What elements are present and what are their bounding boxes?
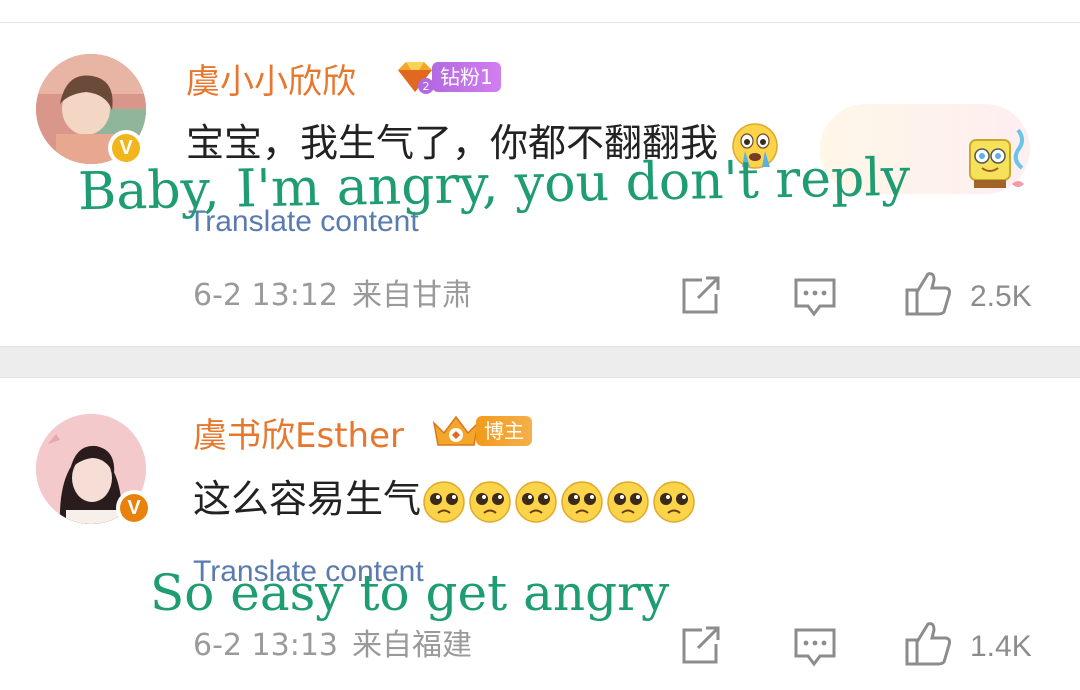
pleading-emoji-icon	[515, 480, 557, 523]
comment-text: 这么容易生气	[193, 476, 697, 525]
like-icon[interactable]	[904, 620, 954, 668]
like-count: 2.5K	[970, 280, 1032, 313]
share-icon[interactable]	[678, 274, 724, 318]
comment-meta: 6-2 13:12 来自甘肃	[193, 278, 472, 314]
fan-level-label: 钻粉1	[432, 62, 501, 92]
comment-meta: 6-2 13:13 来自福建	[193, 628, 472, 664]
section-divider	[0, 346, 1080, 378]
translation-overlay: So easy to get angry	[150, 564, 670, 622]
crown-icon	[432, 415, 480, 446]
blogger-badge: 博主	[430, 414, 532, 448]
comment-icon[interactable]	[792, 626, 838, 668]
timestamp: 6-2 13:12	[193, 278, 338, 313]
timestamp: 6-2 13:13	[193, 628, 338, 663]
pleading-emoji-icon	[423, 480, 465, 523]
verified-badge: V	[116, 490, 152, 526]
blogger-label: 博主	[476, 416, 532, 446]
fan-badge: 2 钻粉1	[394, 60, 501, 94]
top-divider	[0, 22, 1080, 23]
like-icon[interactable]	[904, 270, 954, 318]
verified-v-icon: V	[120, 494, 148, 522]
like-count: 1.4K	[970, 630, 1032, 663]
pleading-emoji-icon	[607, 480, 649, 523]
location: 来自福建	[352, 628, 472, 663]
translation-overlay: Baby, I'm angry, you don't reply	[77, 147, 911, 223]
diamond-fan-icon: 2	[398, 62, 434, 94]
pleading-emoji-icon	[561, 480, 603, 523]
spongebob-sticker-icon	[969, 128, 1024, 188]
pleading-emoji-icon	[653, 480, 695, 523]
svg-text:2: 2	[423, 80, 430, 93]
location: 来自甘肃	[352, 278, 472, 313]
comment-icon[interactable]	[792, 276, 838, 318]
pleading-emoji-icon	[469, 480, 511, 523]
username[interactable]: 虞书欣Esther	[193, 416, 404, 456]
comment-text-content: 这么容易生气	[193, 477, 422, 521]
username[interactable]: 虞小小欣欣	[186, 62, 356, 102]
share-icon[interactable]	[678, 624, 724, 668]
